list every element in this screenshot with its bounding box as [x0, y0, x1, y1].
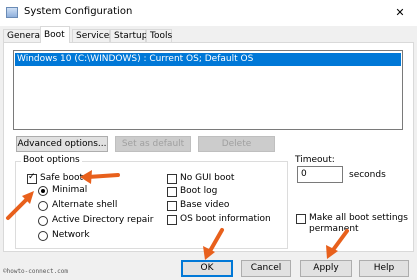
safe-boot-checkbox[interactable]: [27, 172, 37, 184]
ok-button[interactable]: OK: [181, 260, 233, 277]
boot-options-legend: Boot options: [21, 155, 82, 165]
cancel-button[interactable]: Cancel: [241, 260, 291, 277]
base-video-checkbox[interactable]: [167, 201, 177, 211]
network-radio[interactable]: [38, 231, 48, 241]
safe-boot-label: Safe boot: [40, 173, 84, 183]
os-list-item[interactable]: Windows 10 (C:\WINDOWS) : Current OS; De…: [15, 53, 401, 66]
title-bar: System Configuration ✕: [0, 0, 417, 26]
make-permanent-label: Make all boot settings: [309, 213, 408, 223]
tab-boot[interactable]: Boot: [40, 26, 70, 43]
ad-repair-radio[interactable]: [38, 216, 48, 226]
make-permanent-checkbox[interactable]: [296, 214, 306, 224]
alternate-shell-label: Alternate shell: [52, 200, 118, 210]
apply-button[interactable]: Apply: [300, 260, 352, 277]
tab-strip: General Boot Services Startup Tools: [0, 26, 417, 43]
tab-general[interactable]: General: [3, 29, 42, 42]
tab-tools[interactable]: Tools: [146, 29, 172, 42]
set-as-default-button[interactable]: Set as default: [115, 136, 191, 152]
tab-startup[interactable]: Startup: [110, 29, 147, 42]
base-video-label: Base video: [180, 200, 230, 210]
tab-services[interactable]: Services: [72, 29, 114, 42]
close-button[interactable]: ✕: [383, 0, 417, 26]
make-permanent-label-line2: permanent: [309, 224, 359, 234]
window-title: System Configuration: [24, 6, 133, 17]
minimal-label: Minimal: [52, 185, 88, 195]
app-icon: [6, 7, 18, 18]
network-label: Network: [52, 230, 90, 240]
no-gui-boot-label: No GUI boot: [180, 173, 235, 183]
no-gui-boot-checkbox[interactable]: [167, 174, 177, 184]
timeout-label: Timeout:: [295, 155, 335, 165]
boot-log-checkbox[interactable]: [167, 187, 177, 197]
minimal-radio[interactable]: [38, 186, 48, 196]
timeout-unit-label: seconds: [349, 170, 386, 180]
timeout-input[interactable]: 0: [297, 166, 343, 183]
help-button[interactable]: Help: [359, 260, 409, 277]
boot-log-label: Boot log: [180, 186, 218, 196]
os-boot-info-label: OS boot information: [180, 214, 271, 224]
os-boot-info-checkbox[interactable]: [167, 215, 177, 225]
alternate-shell-radio[interactable]: [38, 201, 48, 211]
watermark: ©howto-connect.com: [3, 268, 69, 275]
os-list[interactable]: Windows 10 (C:\WINDOWS) : Current OS; De…: [13, 50, 403, 130]
advanced-options-button[interactable]: Advanced options...: [16, 136, 108, 152]
ad-repair-label: Active Directory repair: [52, 215, 154, 225]
delete-button[interactable]: Delete: [198, 136, 275, 152]
